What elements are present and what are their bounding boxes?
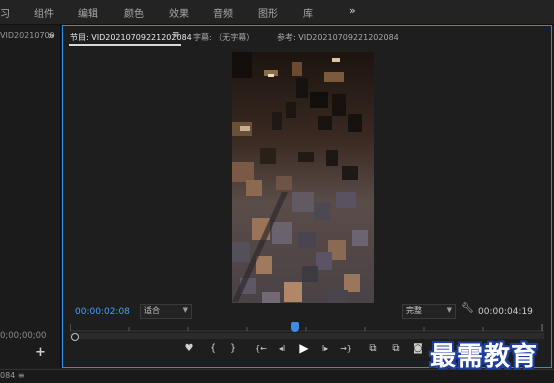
add-button[interactable]: + (35, 345, 46, 360)
source-panel-tab[interactable]: VID20210709 (0, 31, 55, 40)
time-ruler[interactable] (70, 320, 544, 332)
video-frame[interactable] (232, 52, 374, 303)
panel-overflow-icon[interactable]: » (48, 29, 55, 42)
duration-timecode: 00:00:04:19 (478, 307, 533, 317)
wrench-icon[interactable]: 🔧︎ (461, 303, 474, 314)
mark-in-button[interactable]: { (205, 343, 221, 354)
zoom-scroll-handle[interactable] (71, 333, 79, 341)
workspace-overflow-icon[interactable]: » (349, 4, 356, 17)
workspace-tab-learn[interactable]: 习 (0, 5, 10, 20)
insert-button[interactable]: ⧉ (365, 343, 381, 354)
workspace-tab-assembly[interactable]: 组件 (34, 5, 54, 20)
step-back-button[interactable]: ◂I (274, 344, 290, 353)
timeline-tab[interactable]: 084 ≡ (0, 371, 25, 380)
workspace-tab-effects[interactable]: 效果 (169, 5, 189, 20)
workspace-tab-libraries[interactable]: 库 (303, 5, 313, 20)
playhead-handle[interactable] (291, 322, 299, 332)
active-tab-indicator (69, 44, 181, 46)
go-to-out-button[interactable]: →} (338, 344, 354, 353)
source-timecode: 0;00;00;00 (0, 331, 47, 341)
zoom-level-select[interactable]: 适合 ▼ (140, 304, 192, 319)
zoom-level-value: 适合 (144, 306, 160, 315)
chevron-down-icon: ▼ (182, 306, 188, 314)
play-button[interactable]: ▶ (296, 341, 312, 355)
step-forward-button[interactable]: I▸ (317, 344, 333, 353)
workspace-bar: 习 组件 编辑 颜色 效果 音频 图形 库 » (0, 0, 554, 25)
add-marker-button[interactable]: ♥ (181, 343, 197, 354)
chevron-down-icon: ▼ (446, 306, 452, 314)
tab-reference[interactable]: 参考: VID20210709221202084 (277, 32, 399, 43)
source-panel: VID20210709 0;00;00;00 + (0, 25, 61, 368)
workspace-tab-editing[interactable]: 编辑 (78, 5, 98, 20)
panel-menu-icon[interactable]: ≡ (172, 30, 180, 40)
mark-out-button[interactable]: } (225, 343, 241, 354)
overwrite-button[interactable]: ⧉ (388, 343, 404, 354)
workspace-tab-color[interactable]: 颜色 (124, 5, 144, 20)
tab-captions[interactable]: 字幕: （无字幕） (193, 32, 254, 43)
playback-resolution-select[interactable]: 完整 ▼ (402, 304, 456, 319)
workspace-tab-audio[interactable]: 音频 (213, 5, 233, 20)
watermark: 最需教育 (430, 342, 539, 372)
playhead-timecode[interactable]: 00:00:02:08 (75, 307, 130, 317)
workspace-tab-graphics[interactable]: 图形 (258, 5, 278, 20)
playback-resolution-value: 完整 (406, 306, 422, 315)
export-frame-button[interactable]: ◙ (410, 343, 426, 354)
go-to-in-button[interactable]: {← (253, 344, 269, 353)
